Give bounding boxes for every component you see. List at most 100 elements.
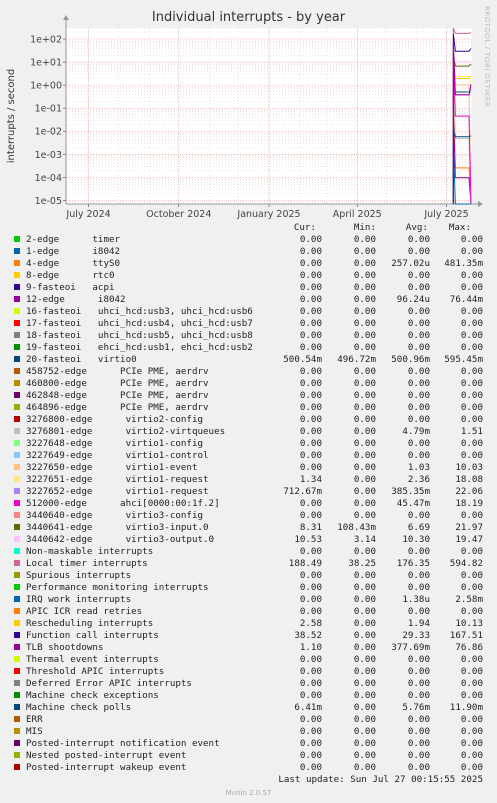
legend-row: 20-fasteoi virtio0 500.54m 496.72m 500.96m 5… — [0, 354, 497, 366]
legend-cur: 0.00 — [299, 318, 322, 329]
legend-max: 0.00 — [460, 690, 483, 701]
legend-min: 0.00 — [353, 342, 376, 353]
legend-label: 3227649-edge virtio1-control — [26, 450, 209, 461]
legend-cur: 0.00 — [299, 246, 322, 257]
legend-label: 458752-edge PCIe PME, aerdrv — [26, 366, 209, 377]
legend-label: 19-fasteoi ehci_hcd:usb1, ehci_hcd:usb2 — [26, 342, 253, 353]
legend-min: 108.43m — [337, 522, 376, 533]
legend-label: Deferred Error APIC interrupts — [26, 678, 192, 689]
legend-label: 460800-edge PCIe PME, aerdrv — [26, 378, 209, 389]
legend-max: 18.08 — [455, 474, 483, 485]
legend-max: 0.00 — [460, 450, 483, 461]
legend-avg: 1.38u — [402, 594, 430, 605]
y-tick-label: 1e-05 — [35, 196, 62, 207]
legend-min: 0.00 — [353, 642, 376, 653]
legend-max: 0.00 — [460, 282, 483, 293]
legend-label: 2-edge timer — [26, 234, 121, 245]
y-axis-label: interrupts / second — [6, 69, 17, 163]
y-tick-label: 1e-01 — [35, 104, 62, 115]
legend-row: 3227649-edge virtio1-control 0.00 0.00 0.00… — [0, 450, 497, 462]
legend-row: 3227650-edge virtio1-event 0.00 0.00 1.03 10… — [0, 462, 497, 474]
legend-label: Performance monitoring interrupts — [26, 582, 209, 593]
legend-avg: 0.00 — [407, 378, 430, 389]
x-tick-label: January 2025 — [236, 209, 300, 220]
legend-swatch — [14, 740, 20, 746]
legend-cur: 0.00 — [299, 330, 322, 341]
legend-swatch — [14, 428, 20, 434]
legend-row: 464896-edge PCIe PME, aerdrv 0.00 0.00 0.00… — [0, 402, 497, 414]
legend-cur: 0.00 — [299, 594, 322, 605]
legend-cur: 0.00 — [299, 498, 322, 509]
legend-label: MIS — [26, 726, 43, 737]
legend-min: 0.00 — [353, 294, 376, 305]
legend-min: 0.00 — [353, 258, 376, 269]
legend-min: 0.00 — [353, 486, 376, 497]
legend-min: 0.00 — [353, 678, 376, 689]
legend-cur: 0.00 — [299, 510, 322, 521]
legend-min: 0.00 — [353, 618, 376, 629]
legend-row: Non-maskable interrupts 0.00 0.00 0.00 0.00 — [0, 546, 497, 558]
legend-avg: 1.03 — [407, 462, 430, 473]
legend-avg: 500.96m — [391, 354, 430, 365]
legend-swatch — [14, 620, 20, 626]
legend-cur: 188.49 — [288, 558, 322, 569]
legend-cur: 1.34 — [299, 474, 322, 485]
legend-cur: 1.10 — [299, 642, 322, 653]
legend-label: 462848-edge PCIe PME, aerdrv — [26, 390, 209, 401]
legend-label: 12-edge i8042 — [26, 294, 126, 305]
legend-swatch — [14, 356, 20, 362]
x-tick-label: October 2024 — [146, 209, 211, 220]
legend-max: 0.00 — [460, 654, 483, 665]
legend-swatch — [14, 524, 20, 530]
legend-label: Function call interrupts — [26, 630, 159, 641]
legend-swatch — [14, 512, 20, 518]
legend-min: 0.00 — [353, 462, 376, 473]
legend-cur: 0.00 — [299, 294, 322, 305]
legend-label: Posted-interrupt wakeup event — [26, 762, 187, 773]
legend-avg: 176.35 — [396, 558, 430, 569]
legend-min: 0.00 — [353, 498, 376, 509]
legend-max: 19.47 — [455, 534, 483, 545]
legend-row: 3440641-edge virtio3-input.0 8.31 108.43m 6… — [0, 522, 497, 534]
legend-min: 3.14 — [353, 534, 376, 545]
legend-label: 512000-edge ahci[0000:00:1f.2] — [26, 498, 220, 509]
legend-label: Non-maskable interrupts — [26, 546, 154, 557]
legend-max: 2.58m — [455, 594, 483, 605]
legend-label: ERR — [26, 714, 43, 725]
legend-max: 594.82 — [449, 558, 483, 569]
legend-avg: 0.00 — [407, 606, 430, 617]
last-update: Last update: Sun Jul 27 00:15:55 2025 — [278, 774, 483, 785]
legend-avg: 0.00 — [407, 318, 430, 329]
legend-max: 0.00 — [460, 666, 483, 677]
legend-avg: 385.35m — [391, 486, 430, 497]
legend-min: 496.72m — [337, 354, 376, 365]
legend-header-max: Max: — [448, 222, 471, 233]
legend-row: Machine check exceptions 0.00 0.00 0.00 0.00 — [0, 690, 497, 702]
legend-swatch — [14, 392, 20, 398]
legend-min: 0.00 — [353, 654, 376, 665]
legend-swatch — [14, 764, 20, 770]
legend-row: Threshold APIC interrupts 0.00 0.00 0.00 0.0… — [0, 666, 497, 678]
legend-min: 0.00 — [353, 426, 376, 437]
legend-max: 76.86 — [455, 642, 483, 653]
y-axis-arrow — [63, 15, 69, 20]
legend-swatch — [14, 548, 20, 554]
legend-avg: 0.00 — [407, 282, 430, 293]
legend-avg: 0.00 — [407, 306, 430, 317]
legend-avg: 5.76m — [402, 702, 430, 713]
legend-label: 17-fasteoi uhci_hcd:usb4, uhci_hcd:usb7 — [26, 318, 253, 329]
legend-max: 11.90m — [449, 702, 483, 713]
legend-swatch — [14, 452, 20, 458]
legend-cur: 6.41m — [294, 702, 322, 713]
legend-swatch — [14, 716, 20, 722]
legend-max: 0.00 — [460, 330, 483, 341]
legend-max: 76.44m — [449, 294, 483, 305]
legend-row: Posted-interrupt wakeup event 0.00 0.00 0.0… — [0, 762, 497, 774]
legend-swatch — [14, 488, 20, 494]
legend-max: 0.00 — [460, 510, 483, 521]
legend-max: 10.03 — [455, 462, 483, 473]
legend-swatch — [14, 320, 20, 326]
legend-row: Rescheduling interrupts 2.58 0.00 1.94 10.13 — [0, 618, 497, 630]
legend-avg: 257.02u — [391, 258, 430, 269]
legend-label: Rescheduling interrupts — [26, 618, 154, 629]
